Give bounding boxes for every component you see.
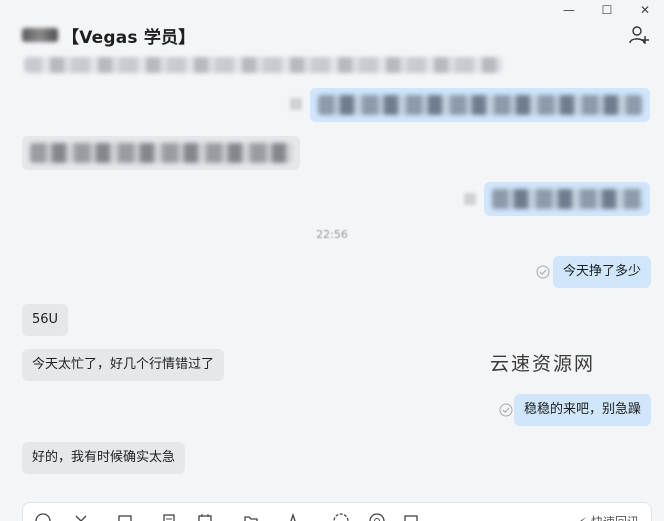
message-bubble-outgoing[interactable]: 稳稳的来吧，别急躁 <box>513 394 651 426</box>
input-toolbar: ⚡ 快速回讯 <box>22 502 652 521</box>
calendar-icon[interactable] <box>197 513 213 521</box>
mention-icon[interactable] <box>369 513 385 521</box>
quick-reply-label: 快速回讯 <box>591 513 639 521</box>
window-controls: — ☐ ✕ <box>550 0 664 20</box>
message-bubble-incoming[interactable]: 今天太忙了，好几个行情错过了 <box>22 349 225 381</box>
file-icon[interactable] <box>243 513 259 521</box>
time-separator: 22:56 <box>316 228 348 241</box>
quick-reply-button[interactable]: ⚡ 快速回讯 <box>579 513 639 521</box>
redacted-message-bubble[interactable] <box>22 136 300 170</box>
chat-header: 【Vegas 学员】 <box>0 18 664 52</box>
maximize-button[interactable]: ☐ <box>588 0 626 20</box>
watermark: 云速资源网 <box>490 353 596 375</box>
redacted-status <box>464 193 476 205</box>
chat-title: 【Vegas 学员】 <box>62 27 196 48</box>
redacted-message-bubble[interactable] <box>484 182 650 216</box>
minimize-button[interactable]: — <box>550 0 588 20</box>
image-icon[interactable] <box>403 513 419 521</box>
folder-icon[interactable] <box>117 513 133 521</box>
close-button[interactable]: ✕ <box>626 0 664 20</box>
redacted-message-text <box>24 57 502 73</box>
redacted-contact-name <box>22 28 58 42</box>
redacted-message-bubble[interactable] <box>310 88 650 122</box>
history-icon[interactable] <box>333 513 349 521</box>
message-bubble-incoming[interactable]: 56U <box>22 304 69 336</box>
emoji-icon[interactable] <box>35 513 51 521</box>
document-icon[interactable] <box>161 513 177 521</box>
pen-icon[interactable] <box>285 513 301 521</box>
redacted-status <box>290 98 302 110</box>
message-bubble-outgoing[interactable]: 今天挣了多少 <box>552 256 651 288</box>
lightning-icon: ⚡ <box>579 515 587 521</box>
scissors-icon[interactable] <box>73 513 89 521</box>
read-check-icon <box>536 265 550 279</box>
message-bubble-incoming[interactable]: 好的，我有时候确实太急 <box>22 442 186 474</box>
read-check-icon <box>499 403 513 417</box>
add-user-icon[interactable] <box>628 24 650 46</box>
